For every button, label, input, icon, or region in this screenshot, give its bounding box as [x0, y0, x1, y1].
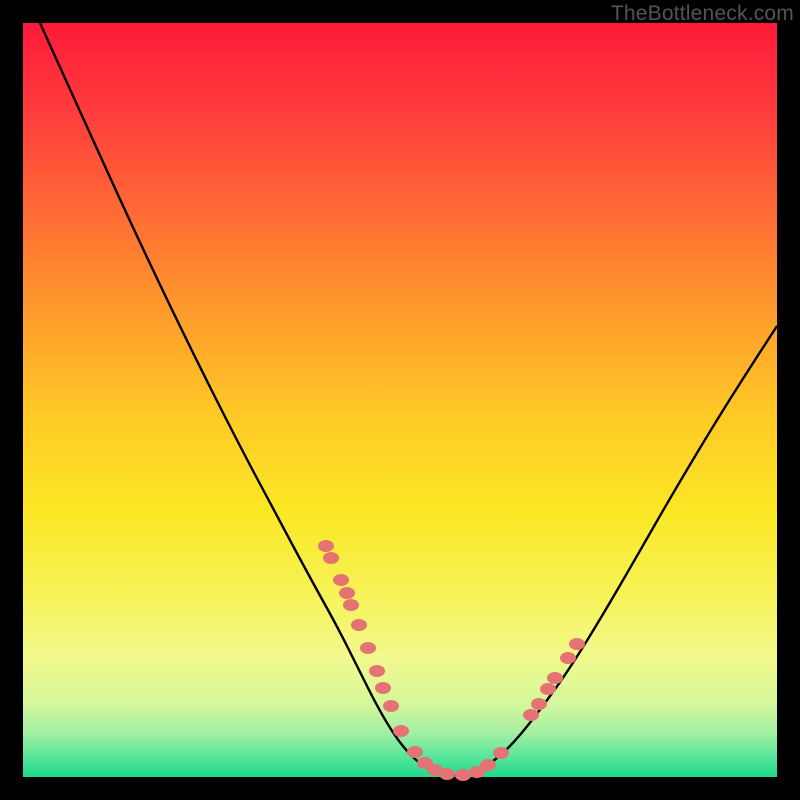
highlight-dot [523, 709, 539, 721]
chart-svg [23, 23, 777, 777]
highlight-dot [323, 552, 339, 564]
highlight-dot [339, 587, 355, 599]
highlight-dot [383, 700, 399, 712]
highlight-dot [393, 725, 409, 737]
highlight-dot [455, 769, 471, 781]
highlight-dot [369, 665, 385, 677]
highlight-dot [407, 746, 423, 758]
highlight-dot [333, 574, 349, 586]
highlight-dot [343, 599, 359, 611]
highlight-dot [318, 540, 334, 552]
highlight-dots [318, 540, 585, 781]
highlight-dot [375, 682, 391, 694]
bottleneck-curve [40, 23, 777, 775]
highlight-dot [493, 747, 509, 759]
highlight-dot [439, 768, 455, 780]
highlight-dot [560, 652, 576, 664]
highlight-dot [531, 698, 547, 710]
highlight-dot [540, 683, 556, 695]
highlight-dot [569, 638, 585, 650]
highlight-dot [351, 619, 367, 631]
highlight-dot [480, 759, 496, 771]
highlight-dot [547, 672, 563, 684]
highlight-dot [360, 642, 376, 654]
